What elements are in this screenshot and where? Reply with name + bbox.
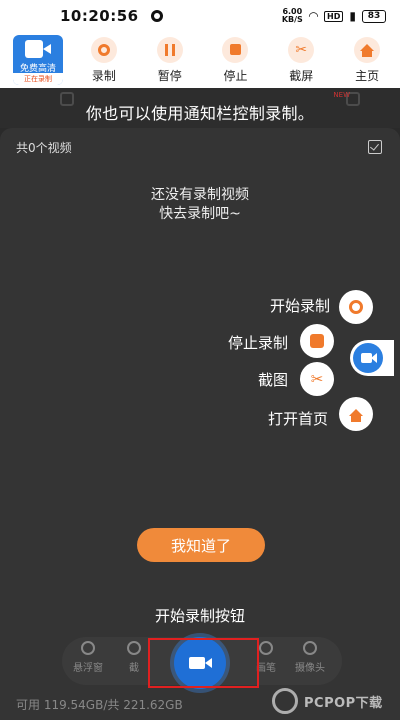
guide-screenshot-label: 截图 (257, 371, 288, 389)
nav-screenshot-label: 截 (129, 663, 139, 674)
screenshot-button[interactable]: ✂ 截屏 (268, 36, 334, 84)
notification-hint: 你也可以使用通知栏控制录制。 (85, 104, 315, 123)
record-icon (90, 36, 117, 63)
nav-floating-window-label: 悬浮窗 (73, 663, 103, 674)
speed-unit: KB/S (281, 15, 303, 24)
hint-banner: NEW 你也可以使用通知栏控制录制。 (0, 88, 400, 128)
home-button[interactable]: 主页 (334, 36, 400, 84)
screenshot-label: 截屏 (289, 68, 314, 83)
pause-label: 暂停 (157, 68, 182, 83)
nav-brush-label: 画笔 (256, 663, 276, 674)
floating-window-icon (81, 641, 95, 655)
guide-stop-record-label: 停止录制 (227, 334, 288, 352)
nav-floating-window[interactable]: 悬浮窗 (68, 641, 108, 674)
highlight-box (148, 638, 259, 688)
status-bar: 10:20:56 6.00 KB/S ◠ HD ▮ 83 (0, 0, 400, 32)
video-panel: 共0个视频 还没有录制视频 快去录制吧~ (0, 128, 400, 720)
nav-camera-label: 摄像头 (295, 663, 325, 674)
stop-icon (222, 36, 249, 63)
screenshot-icon (127, 641, 141, 655)
guide-stop-record-button[interactable] (300, 324, 334, 358)
record-label: 录制 (91, 68, 116, 83)
empty-state-subtitle: 快去录制吧~ (159, 206, 241, 222)
scissors-icon: ✂ (310, 370, 324, 388)
guide-screenshot-button[interactable]: ✂ (300, 362, 334, 396)
camera-icon (25, 40, 51, 58)
home-label: 主页 (355, 68, 380, 83)
guide-open-home-label: 打开首页 (267, 410, 328, 428)
start-record-tip: 开始录制按钮 (154, 607, 245, 625)
stop-icon (310, 334, 324, 348)
nav-camera[interactable]: 摄像头 (290, 641, 330, 674)
scissors-icon: ✂ (288, 36, 315, 63)
pause-icon (156, 36, 183, 63)
app-tile[interactable]: 免费高清 正在录制 (13, 35, 63, 85)
wifi-icon: ◠ (308, 9, 319, 23)
guide-open-home-button[interactable] (339, 397, 373, 431)
guide-start-record-button[interactable] (339, 290, 373, 324)
guide-start-record-label: 开始录制 (269, 297, 330, 315)
empty-state-title: 还没有录制视频 (151, 187, 249, 203)
watermark-logo-icon (272, 688, 298, 714)
watermark-text: PCPOP下载 (304, 695, 383, 711)
battery-icon: 83 (362, 9, 386, 23)
recording-status: 正在录制 (13, 73, 63, 85)
record-button[interactable]: 录制 (71, 36, 137, 84)
home-icon (349, 408, 363, 422)
signal-icon: ▮ (349, 9, 356, 23)
record-icon (349, 300, 363, 314)
recording-toolbar: 免费高清 正在录制 录制 暂停 停止 ✂ 截屏 主页 (0, 32, 400, 88)
stop-label: 停止 (223, 68, 248, 83)
pause-button[interactable]: 暂停 (137, 36, 203, 84)
hd-badge: HD (324, 10, 344, 22)
got-it-button[interactable]: 我知道了 (137, 528, 265, 562)
video-camera-icon (353, 343, 383, 373)
home-icon (354, 36, 381, 63)
camera-icon (303, 641, 317, 655)
status-time: 10:20:56 (60, 7, 139, 25)
network-speed: 6.00 KB/S (282, 8, 303, 24)
select-all-icon[interactable] (368, 140, 382, 154)
notification-dot-icon (150, 10, 163, 22)
new-badge: NEW (333, 91, 350, 99)
status-indicators: 6.00 KB/S ◠ HD ▮ 83 (282, 8, 386, 24)
video-count: 共0个视频 (16, 141, 72, 155)
floating-recorder-button[interactable] (350, 340, 394, 376)
storage-info: 可用 119.54GB/共 221.62GB (16, 698, 183, 712)
brush-icon (259, 641, 273, 655)
stop-button[interactable]: 停止 (203, 36, 269, 84)
watermark: PCPOP下载 (272, 686, 396, 716)
